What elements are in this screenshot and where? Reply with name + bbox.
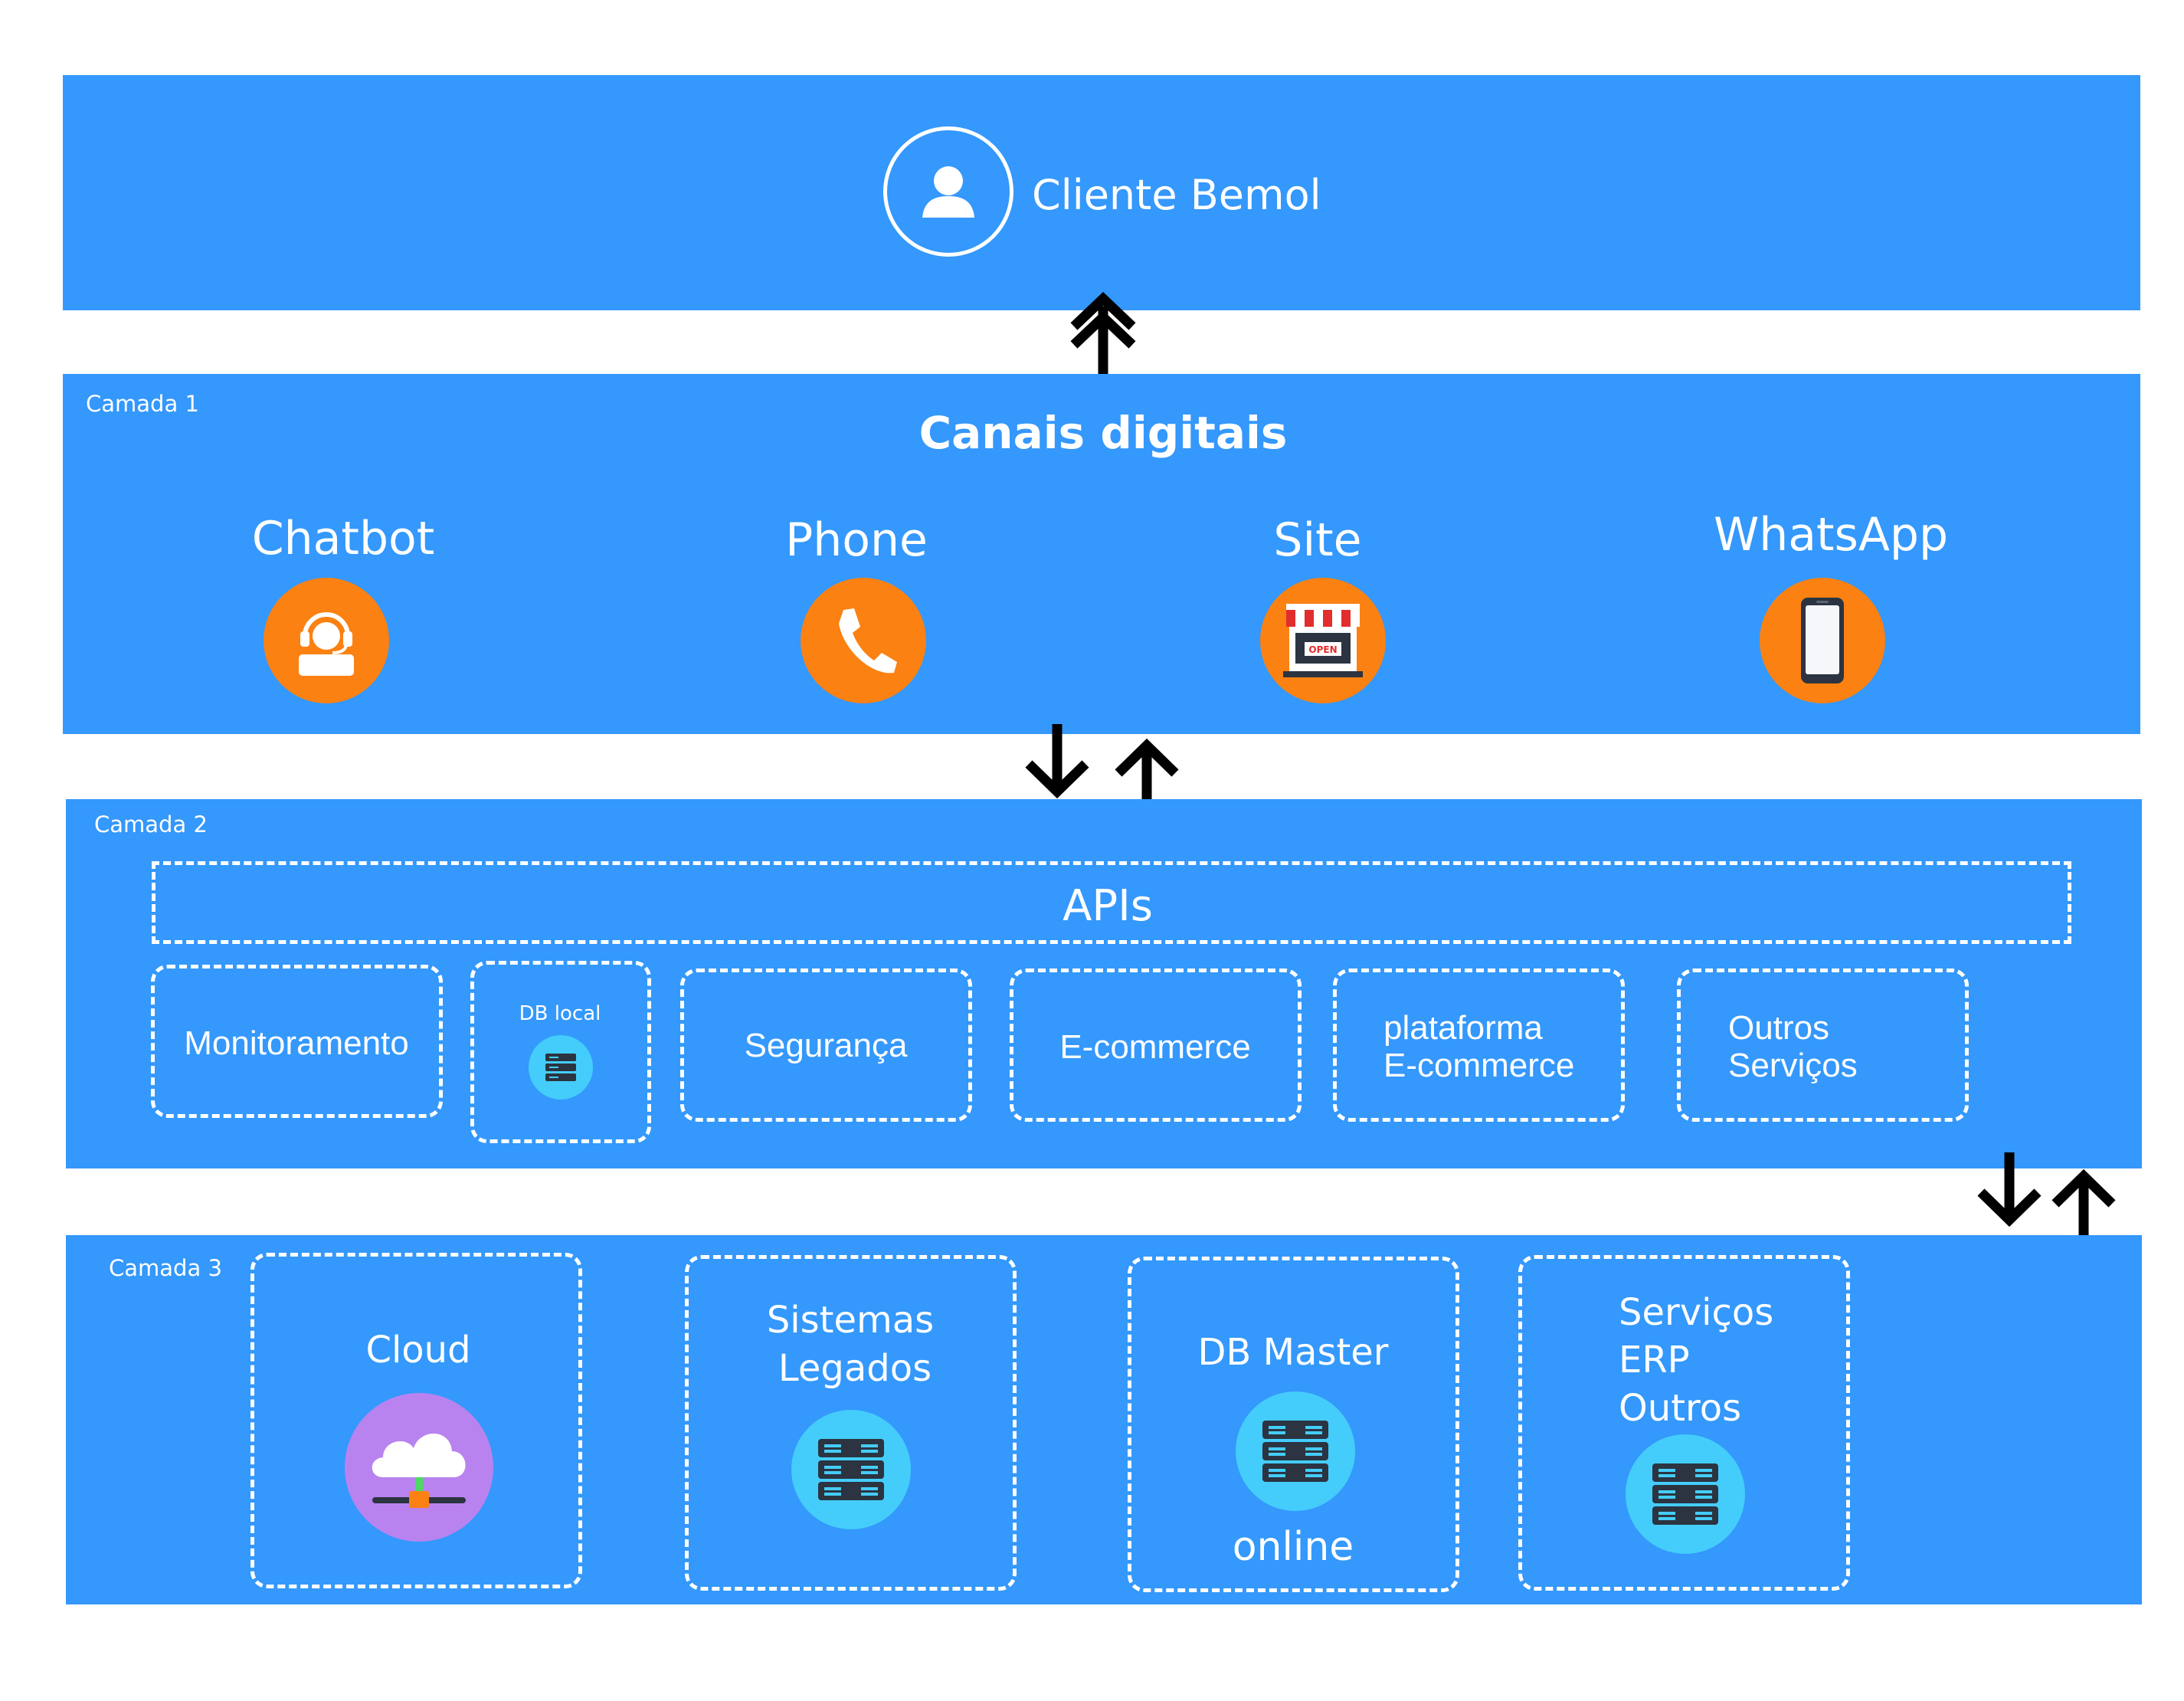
- channel-label-chatbot: Chatbot: [251, 512, 435, 565]
- down-arrow-icon: [1025, 724, 1089, 799]
- down-arrow-icon: [1977, 1152, 2042, 1227]
- channel-label-whatsapp: WhatsApp: [1713, 508, 1949, 562]
- layer3-tag: Camada 3: [109, 1255, 222, 1281]
- apis-label: APIs: [1063, 881, 1153, 931]
- channel-site[interactable]: OPEN: [1260, 578, 1386, 703]
- channel-chatbot[interactable]: [264, 578, 389, 703]
- module-monitoramento-label: Monitoramento: [184, 1024, 409, 1062]
- system-erp-line1: Serviços: [1619, 1291, 1774, 1334]
- headset-agent-icon: [299, 612, 354, 676]
- cloud-network: [345, 1393, 493, 1542]
- server-rack-icon: [1262, 1421, 1328, 1482]
- layer2-tag: Camada 2: [94, 811, 208, 837]
- client-label: Cliente Bemol: [1032, 171, 1321, 219]
- db-master-server: [1236, 1391, 1355, 1511]
- db-local-server: [529, 1035, 593, 1100]
- module-db-local-label: DB local: [519, 1002, 601, 1025]
- storefront-icon: OPEN: [1283, 604, 1363, 677]
- module-outros-line2: Serviços: [1728, 1047, 1858, 1084]
- server-rack-icon: [1652, 1463, 1718, 1525]
- channel-phone[interactable]: [801, 578, 926, 703]
- module-ecommerce-label: E-commerce: [1059, 1028, 1251, 1066]
- store-open-sign: OPEN: [1308, 644, 1337, 655]
- layer1-title: Canais digitais: [918, 407, 1288, 459]
- erp-server: [1626, 1434, 1745, 1554]
- module-plataforma-line1: plataforma: [1383, 1009, 1543, 1047]
- system-erp-line2: ERP: [1619, 1339, 1690, 1381]
- server-rack-icon: [818, 1439, 884, 1500]
- cloud-network-icon: [372, 1433, 466, 1508]
- system-db-master-label: DB Master: [1197, 1331, 1389, 1374]
- up-arrow-icon: [2051, 1168, 2116, 1244]
- system-legados-line1: Sistemas: [766, 1299, 935, 1342]
- legados-server: [791, 1410, 911, 1529]
- system-erp-line3: Outros: [1619, 1387, 1742, 1430]
- channel-label-site: Site: [1273, 513, 1362, 567]
- system-legados-line2: Legados: [778, 1347, 932, 1390]
- channel-whatsapp[interactable]: [1760, 578, 1885, 703]
- module-seguranca-label: Segurança: [744, 1027, 908, 1064]
- user-icon: [922, 166, 974, 218]
- phone-icon: [839, 608, 897, 674]
- module-plataforma-line2: E-commerce: [1383, 1047, 1575, 1084]
- module-outros-line1: Outros: [1728, 1009, 1830, 1047]
- layer1-tag: Camada 1: [86, 391, 199, 417]
- server-icon: [545, 1054, 576, 1081]
- user-avatar[interactable]: [883, 126, 1013, 257]
- smartphone-icon: [1801, 598, 1844, 683]
- system-cloud-label: Cloud: [365, 1329, 471, 1372]
- channel-label-phone: Phone: [785, 513, 928, 567]
- system-db-master-status: online: [1232, 1524, 1354, 1570]
